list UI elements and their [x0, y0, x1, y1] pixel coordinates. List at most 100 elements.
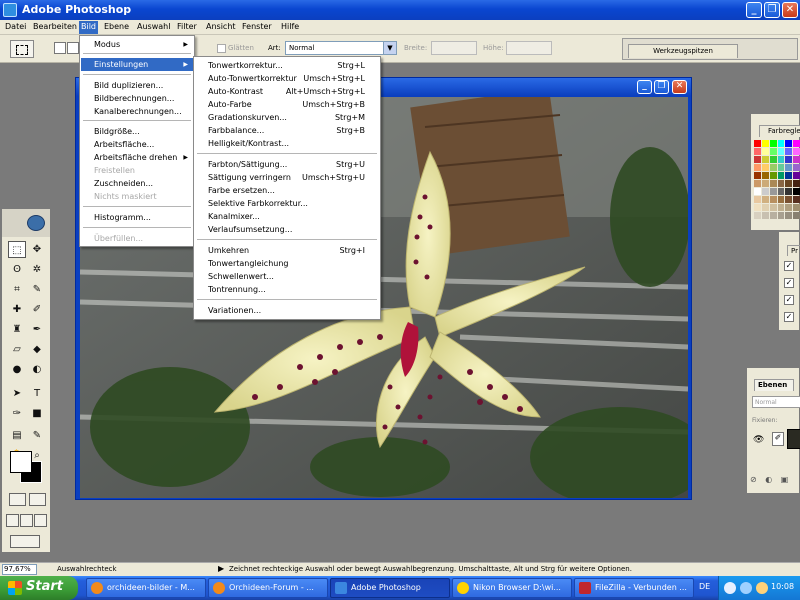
color-swatch[interactable] — [785, 212, 793, 219]
history-check[interactable]: ✓ — [784, 261, 794, 271]
crop-tool-icon[interactable]: ⌗ — [8, 281, 26, 298]
layer-actions[interactable]: ⊘ ◐ ▣ — [750, 475, 791, 484]
color-swatch[interactable] — [793, 164, 800, 171]
screen-mode-full-menu-button[interactable] — [20, 514, 33, 527]
notes-tool-icon[interactable]: ▤ — [8, 427, 26, 444]
zoom-input[interactable]: 97,67% — [2, 564, 37, 575]
bild-menu-item[interactable]: Histogramm... — [81, 211, 193, 224]
menu-datei[interactable]: Datei — [3, 22, 28, 31]
shape-tool-icon[interactable]: ■ — [28, 405, 46, 422]
screen-mode-full-button[interactable] — [34, 514, 47, 527]
color-swatch[interactable] — [785, 204, 793, 211]
menu-hilfe[interactable]: Hilfe — [279, 22, 301, 31]
color-swatch[interactable] — [754, 172, 761, 179]
eyedropper-icon[interactable]: ✎ — [28, 427, 46, 444]
clone-stamp-icon[interactable]: ♜ — [8, 321, 26, 338]
color-swatch[interactable] — [761, 212, 769, 219]
new-selection-icon[interactable] — [54, 42, 66, 54]
bild-menu-item[interactable]: Kanalberechnungen... — [81, 105, 193, 118]
slice-tool-icon[interactable]: ✎ — [28, 281, 46, 298]
menu-bild[interactable]: Bild — [79, 21, 99, 34]
einstellungen-menu-item[interactable]: Farbbalance... Strg+B — [195, 124, 379, 137]
task-orchideen-bilder[interactable]: orchideen-bilder - M... — [86, 578, 206, 598]
einstellungen-menu-item[interactable]: Sättigung verringern Umsch+Strg+U — [195, 171, 379, 184]
path-select-icon[interactable]: ➤ — [8, 385, 26, 402]
color-swatch[interactable] — [785, 140, 793, 147]
task-orchideen-forum[interactable]: Orchideen-Forum - ... — [208, 578, 328, 598]
menu-auswahl[interactable]: Auswahl — [135, 22, 172, 31]
photoshop-feather-icon[interactable] — [27, 215, 45, 231]
bild-menu-item[interactable]: Arbeitsfläche... — [81, 138, 193, 151]
color-swatch[interactable] — [761, 172, 769, 179]
tab-farbregler[interactable]: Farbregler — [759, 125, 800, 137]
einstellungen-menu-item[interactable]: Umkehren Strg+I — [195, 244, 379, 257]
color-swatch[interactable] — [785, 180, 793, 187]
color-swatch[interactable] — [793, 172, 800, 179]
color-swatch[interactable] — [785, 156, 793, 163]
color-swatch[interactable] — [769, 196, 777, 203]
close-button[interactable]: ✕ — [782, 2, 798, 18]
blur-tool-icon[interactable]: ● — [8, 361, 26, 378]
einstellungen-menu-item[interactable]: Farbton/Sättigung... Strg+U — [195, 158, 379, 171]
minimize-button[interactable]: _ — [746, 2, 762, 18]
color-swatch[interactable] — [793, 204, 800, 211]
einstellungen-menu-item[interactable]: Gradationskurven... Strg+M — [195, 111, 379, 124]
color-swatch[interactable] — [785, 188, 793, 195]
standard-mode-button[interactable] — [9, 493, 26, 506]
einstellungen-menu-item[interactable]: Kanalmixer... — [195, 210, 379, 223]
menu-ansicht[interactable]: Ansicht — [204, 22, 238, 31]
color-swatch[interactable] — [785, 172, 793, 179]
einstellungen-menu-item[interactable]: Auto-Kontrast Alt+Umsch+Strg+L — [195, 85, 379, 98]
color-swatch[interactable] — [754, 196, 761, 203]
einstellungen-menu-item[interactable]: Farbe ersetzen... — [195, 184, 379, 197]
color-swatch[interactable] — [761, 204, 769, 211]
color-swatch[interactable] — [777, 164, 785, 171]
bild-menu-item[interactable]: Bildgröße... — [81, 125, 193, 138]
network-icon[interactable] — [724, 582, 736, 594]
einstellungen-menu-item[interactable]: Variationen... — [195, 304, 379, 317]
color-swatch[interactable] — [785, 148, 793, 155]
breite-input[interactable] — [431, 41, 477, 55]
color-swatch[interactable] — [785, 164, 793, 171]
marquee-tool-icon[interactable]: ⬚ — [8, 241, 26, 258]
color-swatch[interactable] — [769, 212, 777, 219]
add-selection-icon[interactable] — [67, 42, 79, 54]
color-swatch[interactable] — [777, 204, 785, 211]
einstellungen-menu-item[interactable]: Verlaufsumsetzung... — [195, 223, 379, 236]
color-swatch[interactable] — [777, 212, 785, 219]
bild-menu-item[interactable]: Bildberechnungen... — [81, 92, 193, 105]
doc-close-button[interactable]: ✕ — [672, 80, 687, 94]
color-swatch[interactable] — [769, 188, 777, 195]
color-swatch[interactable] — [754, 156, 761, 163]
quickmask-mode-button[interactable] — [29, 493, 46, 506]
task-adobe-photoshop[interactable]: Adobe Photoshop — [330, 578, 450, 598]
volume-icon[interactable] — [740, 582, 752, 594]
color-swatch[interactable] — [785, 196, 793, 203]
maximize-button[interactable]: ❐ — [764, 2, 780, 18]
menu-filter[interactable]: Filter — [175, 22, 199, 31]
color-swatch[interactable] — [754, 188, 761, 195]
brush-tool-icon[interactable]: ✐ — [28, 301, 46, 318]
screen-mode-standard-button[interactable] — [6, 514, 19, 527]
menu-bearbeiten[interactable]: Bearbeiten — [31, 22, 79, 31]
pen-tool-icon[interactable]: ✑ — [8, 405, 26, 422]
einstellungen-menu-item[interactable]: Tonwertangleichung — [195, 257, 379, 270]
color-swatch[interactable] — [754, 180, 761, 187]
color-swatch[interactable] — [761, 148, 769, 155]
brush-link-icon[interactable]: ✐ — [772, 432, 784, 446]
eraser-tool-icon[interactable]: ▱ — [8, 341, 26, 358]
task-nikon-browser[interactable]: Nikon Browser D:\wi... — [452, 578, 572, 598]
color-swatch[interactable] — [769, 148, 777, 155]
einstellungen-menu-item[interactable]: Schwellenwert... — [195, 270, 379, 283]
type-tool-icon[interactable]: T — [28, 385, 46, 402]
color-swatch[interactable] — [769, 156, 777, 163]
start-button[interactable]: Start — [0, 576, 78, 600]
color-swatch[interactable] — [769, 172, 777, 179]
menu-ebene[interactable]: Ebene — [102, 22, 131, 31]
bild-menu-item[interactable]: Einstellungen ▶ — [81, 58, 193, 71]
color-swatch[interactable] — [769, 204, 777, 211]
color-swatch[interactable] — [769, 180, 777, 187]
history-check[interactable]: ✓ — [784, 278, 794, 288]
dodge-tool-icon[interactable]: ◐ — [28, 361, 46, 378]
einstellungen-menu-item[interactable]: Selektive Farbkorrektur... — [195, 197, 379, 210]
